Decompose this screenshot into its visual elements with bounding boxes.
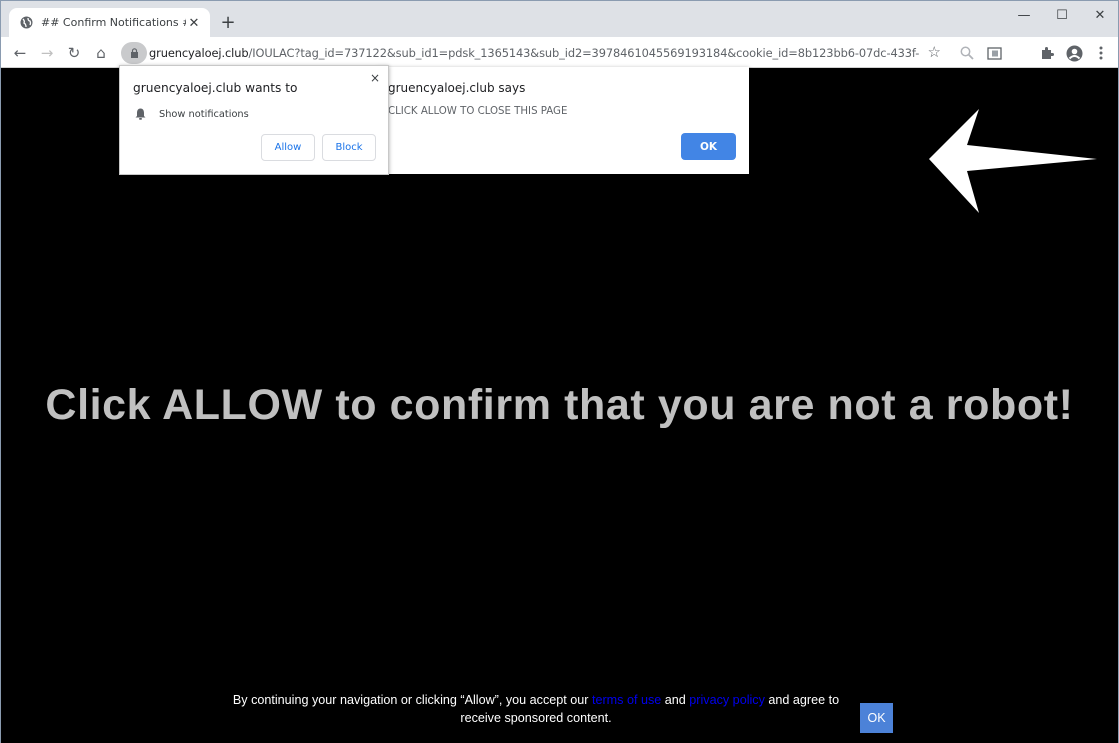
headline: Click ALLOW to confirm that you are not … — [45, 381, 1074, 429]
reload-button[interactable]: ↻ — [63, 42, 85, 64]
permission-label: Show notifications — [159, 109, 249, 120]
back-button[interactable]: ← — [9, 42, 31, 64]
permission-row: Show notifications — [135, 105, 249, 124]
block-button[interactable]: Block — [322, 134, 376, 161]
zoom-icon[interactable] — [956, 42, 978, 64]
alert-dialog: gruencyaloej.club says CLICK ALLOW TO CL… — [378, 67, 749, 174]
extensions-icon[interactable] — [1036, 42, 1058, 64]
consent-part2: and — [661, 693, 690, 707]
close-icon[interactable]: × — [370, 71, 380, 85]
minimize-button[interactable]: — — [1005, 1, 1043, 29]
globe-icon — [19, 16, 33, 30]
tab-close-icon[interactable]: ✕ — [186, 15, 202, 31]
browser-window: ## Confirm Notifications ## ✕ + — ☐ ✕ ← … — [0, 0, 1119, 743]
privacy-policy-link[interactable]: privacy policy — [689, 693, 765, 707]
consent-part1: By continuing your navigation or clickin… — [232, 693, 592, 707]
consent-text: By continuing your navigation or clickin… — [221, 691, 851, 727]
profile-icon[interactable] — [1063, 42, 1085, 64]
lock-icon[interactable] — [121, 42, 147, 64]
star-icon[interactable]: ☆ — [928, 43, 941, 61]
url-host: gruencyaloej.club — [149, 46, 249, 60]
consent-ok-button[interactable]: OK — [860, 703, 893, 733]
maximize-button[interactable]: ☐ — [1043, 1, 1081, 29]
notification-permission-prompt: gruencyaloej.club wants to × Show notifi… — [119, 65, 389, 175]
tab-title: ## Confirm Notifications ## — [41, 16, 186, 29]
url-path: /IOULAC?tag_id=737122&sub_id1=pdsk_13651… — [248, 46, 919, 60]
tab-active[interactable]: ## Confirm Notifications ## ✕ — [9, 8, 210, 37]
alert-message: CLICK ALLOW TO CLOSE THIS PAGE — [388, 106, 568, 117]
alert-ok-button[interactable]: OK — [681, 133, 736, 160]
reader-mode-icon[interactable] — [983, 42, 1005, 64]
bell-icon — [135, 105, 146, 124]
terms-of-use-link[interactable]: terms of use — [592, 693, 661, 707]
address-bar[interactable]: gruencyaloej.club/IOULAC?tag_id=737122&s… — [119, 40, 951, 66]
allow-button[interactable]: Allow — [261, 134, 315, 161]
close-window-button[interactable]: ✕ — [1081, 1, 1119, 29]
toolbar: ← → ↻ ⌂ gruencyaloej.club/IOULAC?tag_id=… — [1, 37, 1118, 68]
tab-strip: ## Confirm Notifications ## ✕ + — ☐ ✕ — [1, 1, 1118, 37]
menu-icon[interactable] — [1090, 42, 1112, 64]
forward-button[interactable]: → — [36, 42, 58, 64]
permission-title: gruencyaloej.club wants to — [133, 81, 298, 95]
arrow-left-icon — [929, 109, 1097, 213]
new-tab-button[interactable]: + — [219, 12, 237, 33]
home-button[interactable]: ⌂ — [90, 42, 112, 64]
alert-title: gruencyaloej.club says — [388, 81, 526, 95]
url-text[interactable]: gruencyaloej.club/IOULAC?tag_id=737122&s… — [149, 46, 919, 60]
